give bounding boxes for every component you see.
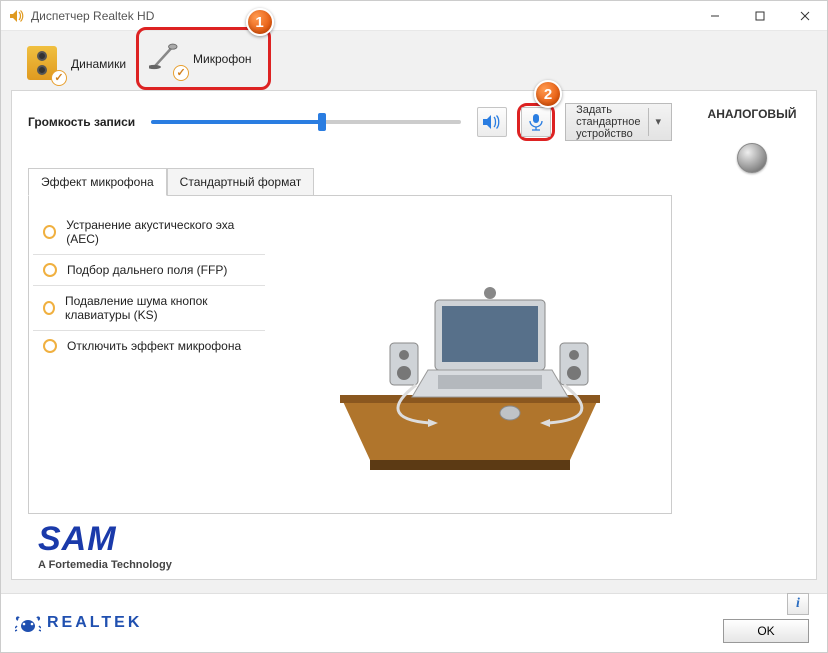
realtek-logo: REALTEK — [15, 612, 142, 634]
callout-bubble-2: 2 — [534, 80, 562, 108]
minimize-button[interactable] — [692, 1, 737, 31]
panel-right: АНАЛОГОВЫЙ — [688, 91, 816, 579]
effect-label: Отключить эффект микрофона — [67, 339, 241, 353]
realtek-crab-icon — [15, 612, 41, 634]
realtek-logo-text: REALTEK — [47, 614, 142, 632]
callout-bubble-1: 1 — [246, 8, 274, 36]
content-panel: Громкость записи 2 — [11, 90, 817, 580]
recording-volume-slider[interactable] — [145, 120, 467, 124]
microphone-device-icon — [526, 113, 546, 131]
app-speaker-icon — [8, 8, 24, 24]
effects-list: Устранение акустического эха (AEC) Подбо… — [29, 196, 269, 513]
sam-logo-sub: A Fortemedia Technology — [38, 559, 672, 571]
maximize-button[interactable] — [737, 1, 782, 31]
radio-icon — [43, 263, 57, 277]
speaker-waves-icon — [482, 113, 502, 131]
chevron-down-icon: ▾ — [648, 108, 667, 136]
recording-volume-label: Громкость записи — [28, 115, 135, 129]
radio-icon — [43, 301, 55, 315]
tab-microphone-label: Микрофон — [193, 52, 251, 66]
set-default-device-button[interactable]: Задать стандартное устройство ▾ — [565, 103, 672, 141]
close-button[interactable] — [782, 1, 827, 31]
title-bar: Диспетчер Realtek HD — [1, 1, 827, 31]
effect-label: Подбор дальнего поля (FFP) — [67, 263, 227, 277]
effect-aec[interactable]: Устранение акустического эха (AEC) — [33, 210, 265, 255]
tab-microphone[interactable]: ✓ Микрофон — [141, 32, 265, 85]
check-icon: ✓ — [51, 70, 67, 86]
sam-logo: SAM A Fortemedia Technology — [38, 520, 672, 571]
check-icon: ✓ — [173, 65, 189, 81]
effect-ks[interactable]: Подавление шума кнопок клавиатуры (KS) — [33, 286, 265, 331]
microphone-icon: ✓ — [149, 41, 185, 77]
radio-icon — [43, 225, 56, 239]
effect-label: Устранение акустического эха (AEC) — [66, 218, 255, 246]
mute-playback-button[interactable] — [477, 107, 507, 137]
footer: REALTEK i OK — [1, 593, 827, 651]
illustration — [269, 196, 671, 513]
callout-2: 2 — [517, 103, 555, 141]
effect-disable[interactable]: Отключить эффект микрофона — [33, 331, 265, 361]
main-container: ✓ Динамики 1 ✓ Микрофон — [1, 31, 827, 593]
panel-left: Громкость записи 2 — [12, 91, 688, 579]
tab-speakers-label: Динамики — [71, 57, 126, 71]
mute-microphone-button[interactable] — [521, 107, 551, 137]
sam-logo-text: SAM — [38, 520, 672, 559]
set-default-device-label: Задать стандартное устройство — [576, 104, 640, 140]
subtab-format[interactable]: Стандартный формат — [167, 168, 315, 196]
ok-button[interactable]: OK — [723, 619, 809, 643]
info-button[interactable]: i — [787, 593, 809, 615]
jack-port[interactable] — [737, 143, 767, 173]
effects-pane: Устранение акустического эха (AEC) Подбо… — [28, 195, 672, 514]
radio-icon — [43, 339, 57, 353]
subtabs: Эффект микрофона Стандартный формат — [28, 167, 672, 195]
analog-label: АНАЛОГОВЫЙ — [698, 107, 806, 121]
effect-ffp[interactable]: Подбор дальнего поля (FFP) — [33, 255, 265, 286]
callout-1: 1 ✓ Микрофон — [136, 27, 270, 90]
speakers-icon: ✓ — [27, 46, 63, 82]
effect-label: Подавление шума кнопок клавиатуры (KS) — [65, 294, 255, 322]
subtab-effects[interactable]: Эффект микрофона — [28, 168, 167, 196]
device-tabs: ✓ Динамики 1 ✓ Микрофон — [19, 37, 817, 90]
window-title: Диспетчер Realtek HD — [31, 9, 154, 23]
recording-volume-row: Громкость записи 2 — [28, 103, 672, 141]
tab-speakers[interactable]: ✓ Динамики — [19, 37, 140, 90]
